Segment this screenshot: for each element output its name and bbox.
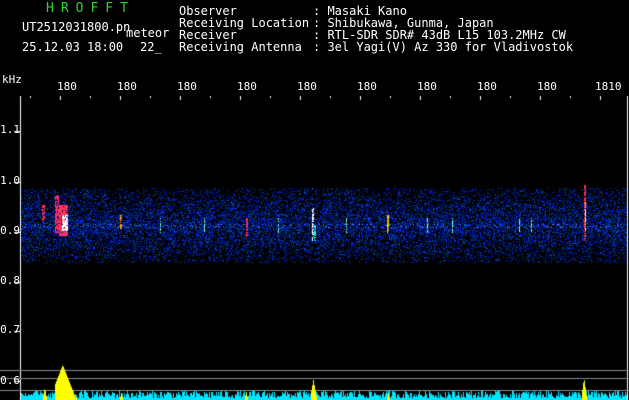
- y-tick-label: 0.6: [0, 374, 20, 387]
- x-tick-label: 180: [177, 80, 197, 93]
- x-tick-label: 180: [57, 80, 77, 93]
- y-axis-unit: kHz: [2, 73, 22, 86]
- antenna-value: : 3el Yagi(V) Az 330 for Vladivostok: [313, 40, 574, 54]
- y-tick-label: 0.8: [0, 274, 20, 287]
- date-time: 25.12.03 18:00: [22, 40, 124, 54]
- y-tick-label: 0.7: [0, 323, 20, 336]
- app-title: HROFFT: [46, 1, 135, 16]
- y-tick-label: 0.9: [0, 224, 20, 237]
- x-tick-label: 180: [357, 80, 377, 93]
- x-tick-label: 180: [477, 80, 497, 93]
- y-tick-label: 1.1: [0, 123, 20, 136]
- x-tick-label: 180: [237, 80, 257, 93]
- hrofft-window: HROFFT UT2512031800.pn meteor 25.12.03 1…: [0, 0, 629, 400]
- y-tick-label: 1.0: [0, 174, 20, 187]
- x-tick-label: 180: [537, 80, 557, 93]
- x-tick-label: 180: [117, 80, 137, 93]
- meteor-label: meteor: [126, 26, 170, 40]
- meteor-count: 22_: [140, 40, 162, 54]
- antenna-label: Receiving Antenna: [179, 40, 302, 54]
- file-name: UT2512031800.pn: [22, 20, 131, 34]
- x-tick-label: 1810: [595, 80, 622, 93]
- spectrogram-canvas: [0, 0, 629, 400]
- x-tick-label: 180: [417, 80, 437, 93]
- x-tick-label: 180: [297, 80, 317, 93]
